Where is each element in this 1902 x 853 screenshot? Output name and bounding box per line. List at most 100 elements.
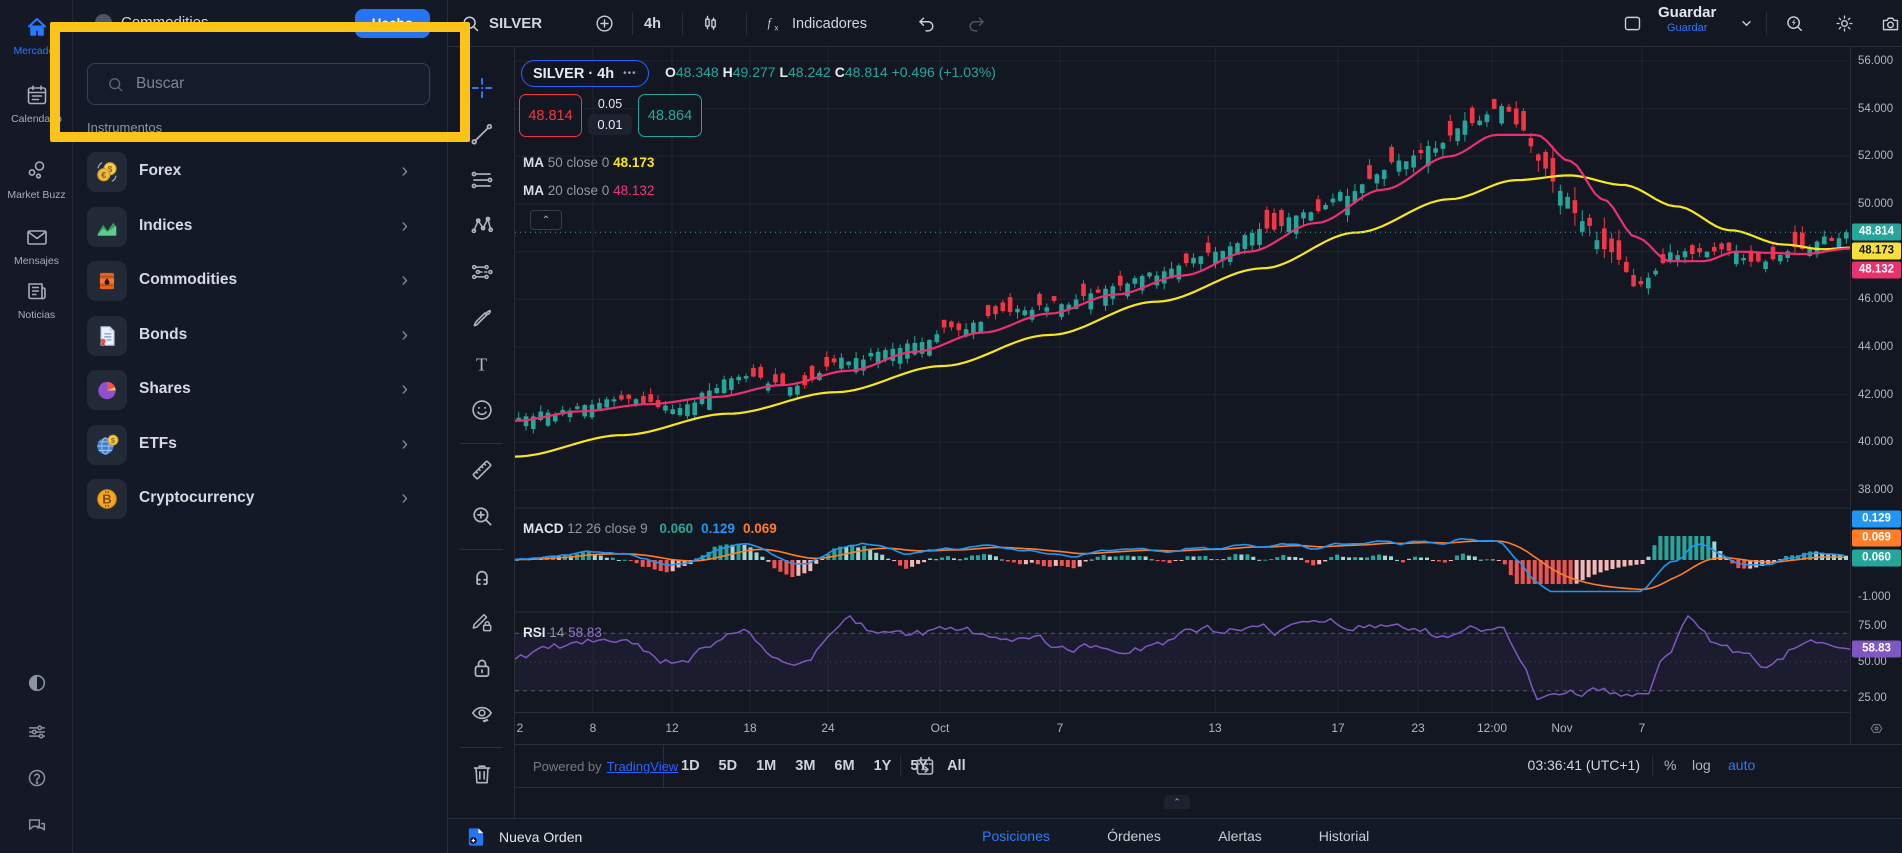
time-axis[interactable]: 2 8 12 18 24 Oct 7 13 17 23 12:00 Nov 7 xyxy=(515,712,1850,744)
lock-tool-button[interactable] xyxy=(465,651,499,685)
forecast-tool-button[interactable] xyxy=(465,255,499,289)
range-button-3m[interactable]: 3M xyxy=(792,756,818,776)
sidebar-item-mensajes[interactable]: Mensajes xyxy=(0,225,73,267)
sidebar-item-mercados[interactable]: Mercados xyxy=(0,15,73,57)
editlock-tool-button[interactable] xyxy=(465,605,499,639)
buy-button[interactable]: 48.864 xyxy=(638,94,702,137)
range-button-6m[interactable]: 6M xyxy=(831,756,857,776)
legend-collapse-button[interactable]: ⌃ xyxy=(530,210,562,230)
sell-button[interactable]: 48.814 xyxy=(519,94,582,137)
ohlc-close-value: 48.814 xyxy=(844,64,888,80)
instrument-label: Cryptocurrency xyxy=(139,489,255,506)
rsi-legend[interactable]: RSI 14 58.83 xyxy=(523,625,602,640)
emoji-tool-button[interactable] xyxy=(465,393,499,427)
ma20-legend[interactable]: MA 20 close 0 48.132 xyxy=(523,183,654,198)
chart-settings-button[interactable] xyxy=(1834,0,1855,47)
time-axis-label: 13 xyxy=(1208,721,1222,735)
tab-historial[interactable]: Historial xyxy=(1319,828,1370,844)
clock[interactable]: 03:36:41 (UTC+1) xyxy=(1490,757,1640,773)
ohlc-open-key: O xyxy=(665,64,676,80)
chart-canvas[interactable] xyxy=(515,47,1850,712)
ohlc-high-value: 49.277 xyxy=(732,64,776,80)
search-input[interactable] xyxy=(136,75,386,93)
new-order-button[interactable]: Nueva Orden xyxy=(465,825,582,848)
tradingview-link[interactable]: TradingView xyxy=(607,759,679,774)
zoomin-tool-button[interactable] xyxy=(465,499,499,533)
ma50-legend[interactable]: MA 50 close 0 48.173 xyxy=(523,155,654,170)
save-menu-button[interactable] xyxy=(1736,0,1757,47)
done-button[interactable]: Hecho xyxy=(354,9,430,38)
range-button-1m[interactable]: 1M xyxy=(753,756,779,776)
brush-tool-button[interactable] xyxy=(465,301,499,335)
percent-scale-button[interactable]: % xyxy=(1664,757,1676,773)
instrument-row-cryptocurrency[interactable]: B Cryptocurrency › xyxy=(73,479,448,529)
range-button-5d[interactable]: 5D xyxy=(716,756,741,776)
hidedraw-tool-button[interactable] xyxy=(465,697,499,731)
go-to-date-icon[interactable] xyxy=(913,754,937,778)
sidebar-item-noticias[interactable]: Noticias xyxy=(0,279,73,321)
texttool-tool-button[interactable]: T xyxy=(465,347,499,381)
sidebar-preferences-button[interactable] xyxy=(0,721,73,746)
instrument-row-indices[interactable]: Indices › xyxy=(73,206,448,257)
sidebar-help-button[interactable] xyxy=(0,767,73,792)
instrument-row-forex[interactable]: $ € Forex › xyxy=(73,152,448,202)
brush-icon xyxy=(469,305,495,331)
symbol-search-button[interactable]: SILVER xyxy=(460,0,542,47)
sidebar-support-chat-button[interactable] xyxy=(0,814,73,839)
compare-add-button[interactable] xyxy=(594,0,615,47)
instruments-panel: Commodities Hecho Instrumentos $€Forex›I… xyxy=(73,0,448,853)
trendline-icon xyxy=(469,121,495,147)
indicators-button[interactable]: fx Indicadores xyxy=(764,0,867,47)
quick-search-button[interactable] xyxy=(1784,0,1805,47)
undo-button[interactable] xyxy=(916,0,937,47)
tab-alertas[interactable]: Alertas xyxy=(1218,828,1262,844)
save-link[interactable]: Guardar xyxy=(1658,22,1716,34)
undo-icon xyxy=(916,13,937,34)
instrument-row-bonds[interactable]: Bonds › xyxy=(73,315,448,366)
legend-more-icon[interactable]: ••• xyxy=(623,68,637,79)
save-layout-button[interactable]: Guardar Guardar xyxy=(1658,4,1716,44)
instrument-row-commodities[interactable]: Commodities › xyxy=(73,261,448,311)
instrument-tile xyxy=(87,261,127,301)
xabcd-tool-button[interactable] xyxy=(465,209,499,243)
ruler-tool-button[interactable] xyxy=(465,453,499,487)
log-scale-button[interactable]: log xyxy=(1692,757,1711,773)
sidebar-item-market-buzz[interactable]: Market Buzz xyxy=(0,159,73,201)
price-axis-badge: 48.132 xyxy=(1852,261,1901,279)
macd-legend[interactable]: MACD 12 26 close 9 0.060 0.129 0.069 xyxy=(523,521,777,536)
crypto-icon: B xyxy=(94,486,120,512)
chart-area[interactable]: SILVER · 4h ••• O48.348 H49.277 L48.242 … xyxy=(515,47,1850,712)
sidebar-item-calendario[interactable]: Calendario xyxy=(0,83,73,125)
price-axis-badge: 48.814 xyxy=(1852,223,1901,241)
fiblines-tool-button[interactable] xyxy=(465,163,499,197)
ohlc-change-value: +0.496 (+1.03%) xyxy=(891,64,996,80)
tab-posiciones[interactable]: Posiciones xyxy=(982,828,1050,844)
axis-settings-icon[interactable] xyxy=(1868,720,1885,737)
chart-style-button[interactable] xyxy=(700,0,721,47)
sidebar-theme-contrast-button[interactable] xyxy=(0,672,73,697)
range-button-all[interactable]: All xyxy=(944,756,969,776)
crosshair-tool-button[interactable] xyxy=(465,71,499,105)
layout-button[interactable] xyxy=(1622,0,1643,47)
interval-button[interactable]: 4h xyxy=(644,0,661,47)
price-axis-label: 56.000 xyxy=(1858,55,1894,67)
chevron-right-icon: › xyxy=(401,378,408,400)
magnet-tool-button[interactable] xyxy=(465,559,499,593)
symbol-legend[interactable]: SILVER · 4h ••• xyxy=(521,60,649,87)
price-axis[interactable]: 56.000 54.000 52.000 50.000 46.000 44.000 42.0… xyxy=(1850,47,1902,744)
instrument-row-shares[interactable]: Shares › xyxy=(73,370,448,420)
search-box[interactable] xyxy=(87,63,430,105)
bottom-panel-collapse-button[interactable]: ⌃ xyxy=(1164,795,1190,809)
panel-title: Commodities xyxy=(121,14,209,31)
snapshot-button[interactable] xyxy=(1880,0,1901,47)
redo-button[interactable] xyxy=(966,0,987,47)
macd-value: 0.129 xyxy=(701,521,735,536)
tab-rdenes[interactable]: Órdenes xyxy=(1107,828,1161,844)
new-order-label: Nueva Orden xyxy=(499,828,583,845)
trash-tool-button[interactable] xyxy=(465,757,499,791)
auto-scale-button[interactable]: auto xyxy=(1728,757,1755,773)
trendline-tool-button[interactable] xyxy=(465,117,499,151)
range-button-1d[interactable]: 1D xyxy=(678,756,703,776)
range-button-1y[interactable]: 1Y xyxy=(871,756,895,776)
instrument-row-etfs[interactable]: $ ETFs › xyxy=(73,424,448,475)
